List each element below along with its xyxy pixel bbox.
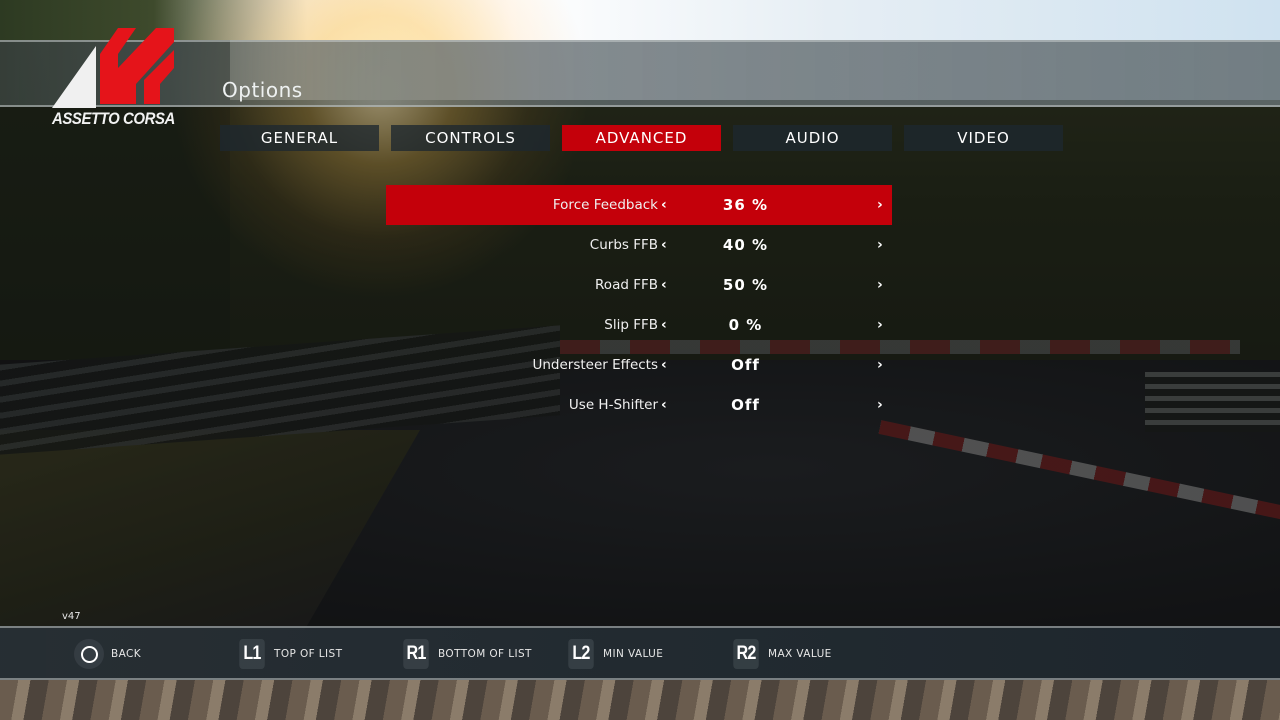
setting-label: Road FFB — [595, 277, 658, 293]
hint-label: TOP OF LIST — [274, 648, 343, 660]
chevron-left-icon[interactable]: ‹ — [661, 397, 667, 413]
hint-min-value[interactable]: L2 MIN VALUE — [566, 639, 663, 669]
brand-wordmark: ASSETTO CORSA — [52, 109, 175, 128]
chevron-right-icon[interactable]: › — [877, 197, 883, 213]
circle-button-icon — [74, 639, 104, 669]
setting-row-slip-ffb[interactable]: Slip FFB ‹ 0 % › — [386, 305, 892, 345]
page-title: Options — [222, 78, 303, 102]
setting-label: Force Feedback — [552, 197, 658, 213]
chevron-right-icon[interactable]: › — [877, 237, 883, 253]
setting-row-curbs-ffb[interactable]: Curbs FFB ‹ 40 % › — [386, 225, 892, 265]
tab-label: AUDIO — [785, 129, 840, 147]
setting-value: 36 % — [722, 196, 769, 214]
chevron-left-icon[interactable]: ‹ — [661, 197, 667, 213]
tab-label: VIDEO — [957, 129, 1010, 147]
chevron-right-icon[interactable]: › — [877, 317, 883, 333]
hint-label: BOTTOM OF LIST — [438, 648, 532, 660]
background-bottom-strip — [0, 680, 1280, 720]
version-label: v47 — [62, 611, 81, 622]
tab-advanced[interactable]: ADVANCED — [562, 125, 721, 151]
setting-value: 40 % — [722, 236, 769, 254]
chevron-right-icon[interactable]: › — [877, 357, 883, 373]
chevron-left-icon[interactable]: ‹ — [661, 277, 667, 293]
chevron-right-icon[interactable]: › — [877, 277, 883, 293]
setting-label: Understeer Effects — [532, 357, 658, 373]
tab-general[interactable]: GENERAL — [220, 125, 379, 151]
chevron-left-icon[interactable]: ‹ — [661, 237, 667, 253]
tab-controls[interactable]: CONTROLS — [391, 125, 550, 151]
r1-button-icon: R1 — [403, 639, 429, 669]
setting-row-road-ffb[interactable]: Road FFB ‹ 50 % › — [386, 265, 892, 305]
tab-label: CONTROLS — [425, 129, 516, 147]
setting-value: Off — [731, 396, 760, 414]
setting-row-use-h-shifter[interactable]: Use H-Shifter ‹ Off › — [386, 385, 892, 425]
chevron-left-icon[interactable]: ‹ — [661, 357, 667, 373]
setting-value: Off — [731, 356, 760, 374]
settings-list: Force Feedback ‹ 36 % › Curbs FFB ‹ 40 %… — [386, 185, 892, 425]
setting-label: Use H-Shifter — [568, 397, 658, 413]
footer-button-hints: BACK L1 TOP OF LIST R1 BOTTOM OF LIST L2… — [0, 626, 1280, 680]
setting-label: Slip FFB — [604, 317, 658, 333]
hint-max-value[interactable]: R2 MAX VALUE — [731, 639, 832, 669]
l2-button-icon: L2 — [568, 639, 594, 669]
setting-value: 50 % — [722, 276, 769, 294]
chevron-left-icon[interactable]: ‹ — [661, 317, 667, 333]
hint-label: BACK — [111, 648, 142, 660]
options-tabs: GENERAL CONTROLS ADVANCED AUDIO VIDEO — [220, 125, 1063, 151]
setting-value: 0 % — [728, 316, 763, 334]
header-band — [0, 40, 1280, 107]
tab-label: GENERAL — [260, 129, 339, 147]
hint-bottom-of-list[interactable]: R1 BOTTOM OF LIST — [401, 639, 532, 669]
hint-label: MAX VALUE — [768, 648, 832, 660]
setting-row-force-feedback[interactable]: Force Feedback ‹ 36 % › — [386, 185, 892, 225]
tab-audio[interactable]: AUDIO — [733, 125, 892, 151]
chevron-right-icon[interactable]: › — [877, 397, 883, 413]
setting-label: Curbs FFB — [589, 237, 658, 253]
setting-row-understeer-effects[interactable]: Understeer Effects ‹ Off › — [386, 345, 892, 385]
hint-back[interactable]: BACK — [74, 639, 141, 669]
hint-top-of-list[interactable]: L1 TOP OF LIST — [237, 639, 342, 669]
l1-button-icon: L1 — [239, 639, 265, 669]
r2-button-icon: R2 — [733, 639, 759, 669]
tab-video[interactable]: VIDEO — [904, 125, 1063, 151]
tab-label: ADVANCED — [595, 129, 688, 147]
hint-label: MIN VALUE — [603, 648, 664, 660]
